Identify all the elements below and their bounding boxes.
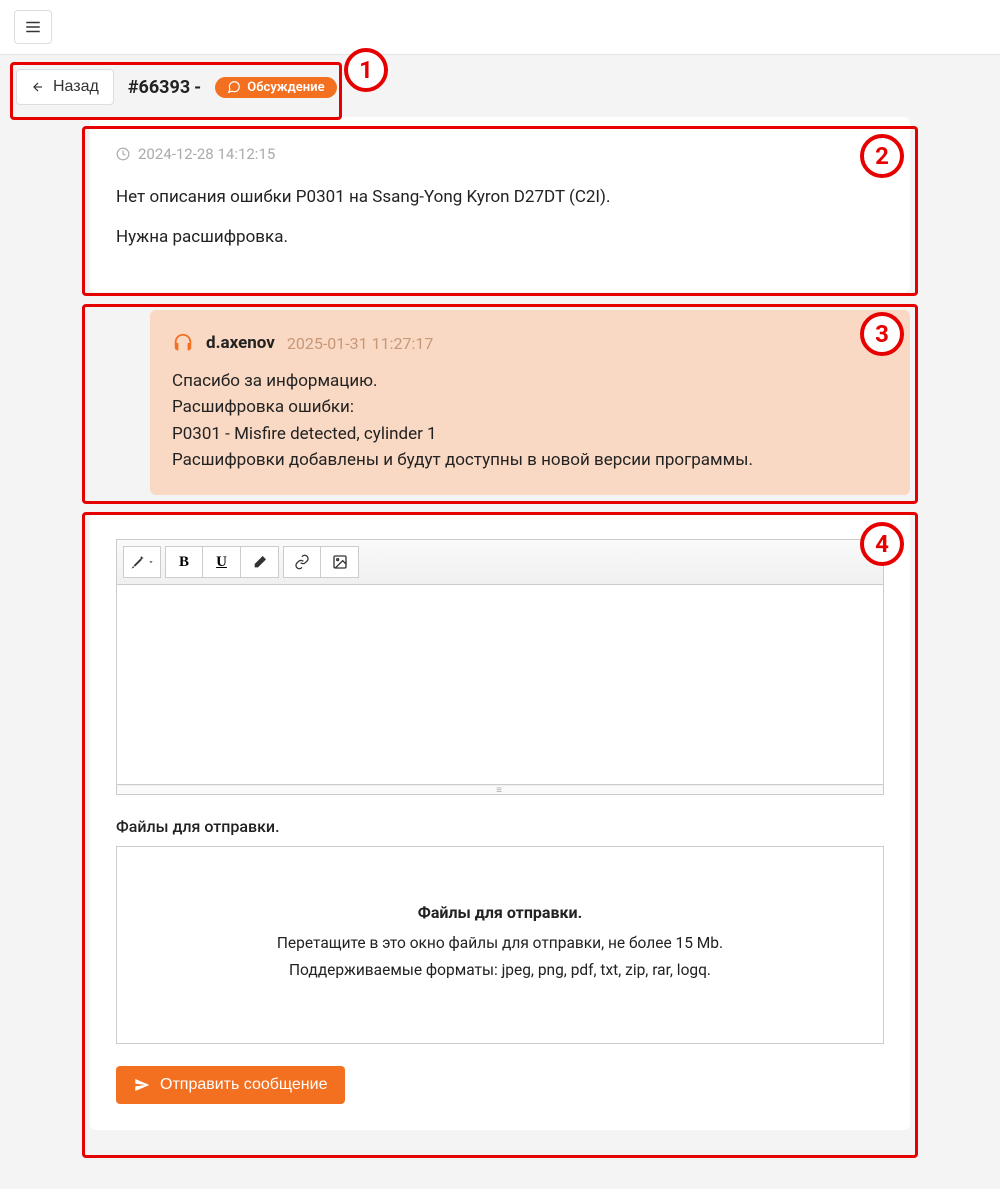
message-editor[interactable] — [116, 585, 884, 785]
reply-line: P0301 - Misfire detected, cylinder 1 — [172, 421, 888, 447]
post-timestamp: 2024-12-28 14:12:15 — [138, 145, 275, 163]
post-meta: 2024-12-28 14:12:15 — [116, 145, 884, 163]
reply-body: Спасибо за информацию. Расшифровка ошибк… — [172, 368, 888, 473]
reply-author: d.axenov — [206, 333, 275, 353]
status-badge: Обсуждение — [215, 77, 336, 98]
files-section-label: Файлы для отправки. — [116, 817, 884, 836]
dropzone-instruction: Перетащите в это окно файлы для отправки… — [137, 930, 863, 956]
image-icon — [332, 554, 348, 570]
send-label: Отправить сообщение — [160, 1076, 327, 1094]
back-label: Назад — [53, 78, 99, 96]
editor-toolbar-wrap: B U — [116, 539, 884, 585]
chat-icon — [227, 80, 241, 94]
link-icon — [294, 554, 310, 570]
top-bar — [0, 0, 1000, 55]
reply-line: Расшифровка ошибки: — [172, 394, 888, 420]
reply-line: Спасибо за информацию. — [172, 368, 888, 394]
page-header: Назад #66393 - Обсуждение — [0, 55, 1000, 117]
editor-link-button[interactable] — [283, 546, 321, 578]
clock-icon — [116, 147, 130, 161]
ticket-id: #66393 — [128, 77, 190, 98]
menu-toggle-button[interactable] — [14, 10, 52, 44]
editor-underline-button[interactable]: U — [203, 546, 241, 578]
reply-timestamp: 2025-01-31 11:27:17 — [287, 334, 433, 353]
composer-card: B U ≡ Файлы для отправки. — [90, 513, 910, 1130]
file-dropzone[interactable]: Файлы для отправки. Перетащите в это окн… — [116, 846, 884, 1044]
eraser-icon — [252, 554, 268, 570]
magic-wand-icon — [129, 554, 145, 570]
reply-header: d.axenov 2025-01-31 11:27:17 — [172, 332, 888, 354]
editor-erase-button[interactable] — [241, 546, 279, 578]
editor-image-button[interactable] — [321, 546, 359, 578]
dropzone-formats: Поддерживаемые форматы: jpeg, png, pdf, … — [137, 957, 863, 983]
caret-down-icon — [147, 558, 155, 566]
reply-wrap: d.axenov 2025-01-31 11:27:17 Спасибо за … — [90, 310, 910, 495]
dropzone-title: Файлы для отправки. — [137, 903, 863, 922]
editor-style-button[interactable] — [123, 546, 161, 578]
editor-resize-handle[interactable]: ≡ — [116, 785, 884, 795]
reply-line: Расшифровки добавлены и будут доступны в… — [172, 447, 888, 473]
post-line: Нужна расшифровка. — [116, 225, 884, 251]
post-body: Нет описания ошибки P0301 на Ssang-Yong … — [116, 185, 884, 250]
paper-plane-icon — [134, 1077, 150, 1093]
status-label: Обсуждение — [247, 80, 324, 95]
back-button[interactable]: Назад — [16, 69, 114, 105]
arrow-left-icon — [31, 80, 45, 94]
editor-toolbar: B U — [117, 540, 883, 585]
reply-card: d.axenov 2025-01-31 11:27:17 Спасибо за … — [150, 310, 910, 495]
post-line: Нет описания ошибки P0301 на Ssang-Yong … — [116, 185, 884, 211]
original-post-card: 2024-12-28 14:12:15 Нет описания ошибки … — [90, 117, 910, 292]
hamburger-icon — [24, 18, 42, 36]
bold-icon: B — [179, 554, 189, 571]
ticket-dash: - — [194, 77, 201, 98]
underline-icon: U — [216, 554, 227, 571]
send-message-button[interactable]: Отправить сообщение — [116, 1066, 345, 1104]
editor-bold-button[interactable]: B — [165, 546, 203, 578]
headset-icon — [172, 332, 194, 354]
